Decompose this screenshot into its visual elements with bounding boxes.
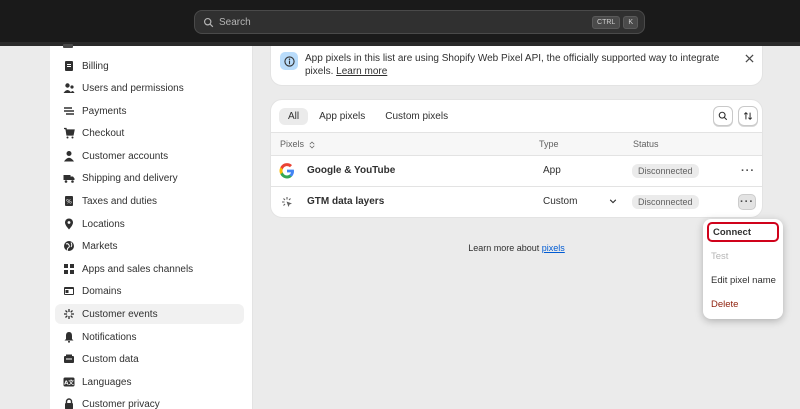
column-header-status: Status [633, 139, 659, 149]
truck-icon [63, 172, 75, 184]
search-button[interactable] [713, 106, 733, 126]
chevron-down-icon[interactable] [609, 197, 617, 208]
footer-text: Learn more about [468, 243, 540, 253]
sidebar-item-label: Customer accounts [82, 150, 169, 162]
sidebar-item-languages[interactable]: A文 Languages [55, 372, 244, 392]
database-icon [63, 353, 75, 365]
search-bar[interactable]: Search CTRL K [194, 10, 645, 34]
cart-icon [63, 127, 75, 139]
google-icon [279, 163, 295, 182]
table-row[interactable]: GTM data layers Custom Disconnected ··· [271, 187, 762, 218]
sidebar-item-label: Custom data [82, 353, 139, 365]
sidebar-item-payments[interactable]: Payments [55, 101, 244, 121]
info-icon [280, 52, 298, 70]
sidebar-item-label: Payments [82, 105, 127, 117]
sidebar-item-label: Shipping and delivery [82, 172, 178, 184]
sidebar-item-shipping[interactable]: Shipping and delivery [55, 168, 244, 188]
language-icon: A文 [63, 376, 75, 388]
sidebar-item-customer-accounts[interactable]: Customer accounts [55, 146, 244, 166]
search-placeholder: Search [219, 16, 251, 28]
users-icon [63, 82, 75, 94]
footer-learn-more: Learn more about pixels [270, 243, 763, 253]
more-actions-button[interactable]: ··· [739, 163, 757, 179]
sidebar-item-users[interactable]: Users and permissions [55, 78, 244, 98]
svg-text:%: % [66, 199, 72, 206]
sidebar-item-customer-events[interactable]: Customer events [55, 304, 244, 324]
top-bar: Search CTRL K [0, 0, 800, 42]
sidebar-item-label: Domains [82, 285, 122, 297]
sidebar-item-label: Locations [82, 218, 125, 230]
shortcut-key-k: K [623, 15, 638, 29]
sidebar-item-label: Apps and sales channels [82, 263, 194, 275]
custom-pixel-icon [281, 196, 293, 211]
row-actions-popover: Connect Test Edit pixel name Delete [703, 219, 783, 319]
banner-learn-more-link[interactable]: Learn more [336, 66, 387, 77]
pixel-type: App [543, 165, 561, 176]
sort-arrows-icon [309, 141, 315, 149]
tab-custom-pixels[interactable]: Custom pixels [376, 108, 457, 125]
more-actions-button[interactable]: ··· [738, 194, 756, 210]
bell-icon [63, 331, 75, 343]
location-icon [63, 218, 75, 230]
tax-icon: % [63, 195, 75, 207]
sidebar-item-checkout[interactable]: Checkout [55, 123, 244, 143]
sidebar-item-customer-privacy[interactable]: Customer privacy [55, 394, 244, 409]
sidebar-item-label: Checkout [82, 127, 125, 139]
status-badge: Disconnected [632, 164, 699, 178]
sort-icon [743, 111, 753, 121]
sidebar-item-notifications[interactable]: Notifications [55, 327, 244, 347]
sidebar-item-markets[interactable]: Markets [55, 236, 244, 256]
banner-message: App pixels in this list are using Shopif… [305, 52, 725, 78]
sidebar-item-label: Customer privacy [82, 398, 160, 409]
close-icon[interactable] [743, 52, 755, 64]
lock-icon [63, 398, 75, 409]
table-row[interactable]: Google & YouTube App Disconnected ··· [271, 156, 762, 187]
svg-text:A文: A文 [64, 379, 74, 387]
info-banner: App pixels in this list are using Shopif… [270, 46, 763, 86]
sidebar-item-label: Markets [82, 240, 118, 252]
pixel-type: Custom [543, 196, 578, 207]
sidebar-item-custom-data[interactable]: Custom data [55, 349, 244, 369]
apps-icon [63, 263, 75, 275]
pixels-card: All App pixels Custom pixels Pixels Type… [270, 99, 763, 218]
payments-icon [63, 105, 75, 117]
column-header-pixels[interactable]: Pixels [280, 139, 315, 149]
delete-menu-item[interactable]: Delete [707, 294, 779, 314]
sidebar-item-label: Customer events [82, 308, 158, 320]
sidebar-item-apps[interactable]: Apps and sales channels [55, 259, 244, 279]
sidebar-item-label: Users and permissions [82, 82, 184, 94]
sidebar-item-label: Languages [82, 376, 132, 388]
test-menu-item: Test [711, 250, 729, 262]
globe-icon [63, 240, 75, 252]
sidebar-item-billing[interactable]: Billing [55, 56, 244, 76]
column-header-type: Type [539, 139, 559, 149]
status-badge: Disconnected [632, 195, 699, 209]
events-icon [63, 308, 75, 320]
settings-sidebar: Billing Users and permissions Payments C… [50, 44, 253, 409]
shortcut-key-ctrl: CTRL [592, 15, 621, 29]
sidebar-item-label: Notifications [82, 331, 137, 343]
connect-menu-item[interactable]: Connect [707, 222, 779, 242]
filter-tabs: All App pixels Custom pixels [279, 106, 459, 126]
pixels-link[interactable]: pixels [542, 243, 565, 253]
domain-icon [63, 285, 75, 297]
partial-icon [63, 44, 73, 48]
sidebar-item-label: Taxes and duties [82, 195, 158, 207]
billing-icon [63, 60, 75, 72]
sidebar-item-domains[interactable]: Domains [55, 281, 244, 301]
person-icon [63, 150, 75, 162]
search-icon [718, 111, 728, 121]
table-header: Pixels Type Status [271, 132, 762, 156]
edit-pixel-name-menu-item[interactable]: Edit pixel name [707, 270, 779, 290]
tab-app-pixels[interactable]: App pixels [310, 108, 374, 125]
tab-all[interactable]: All [279, 107, 309, 125]
search-icon [201, 15, 215, 29]
sidebar-item-label: Billing [82, 60, 109, 72]
sidebar-item-locations[interactable]: Locations [55, 214, 244, 234]
sort-button[interactable] [738, 106, 758, 126]
pixel-name: GTM data layers [307, 196, 385, 207]
pixel-name: Google & YouTube [307, 165, 396, 176]
sidebar-item-taxes[interactable]: % Taxes and duties [55, 191, 244, 211]
